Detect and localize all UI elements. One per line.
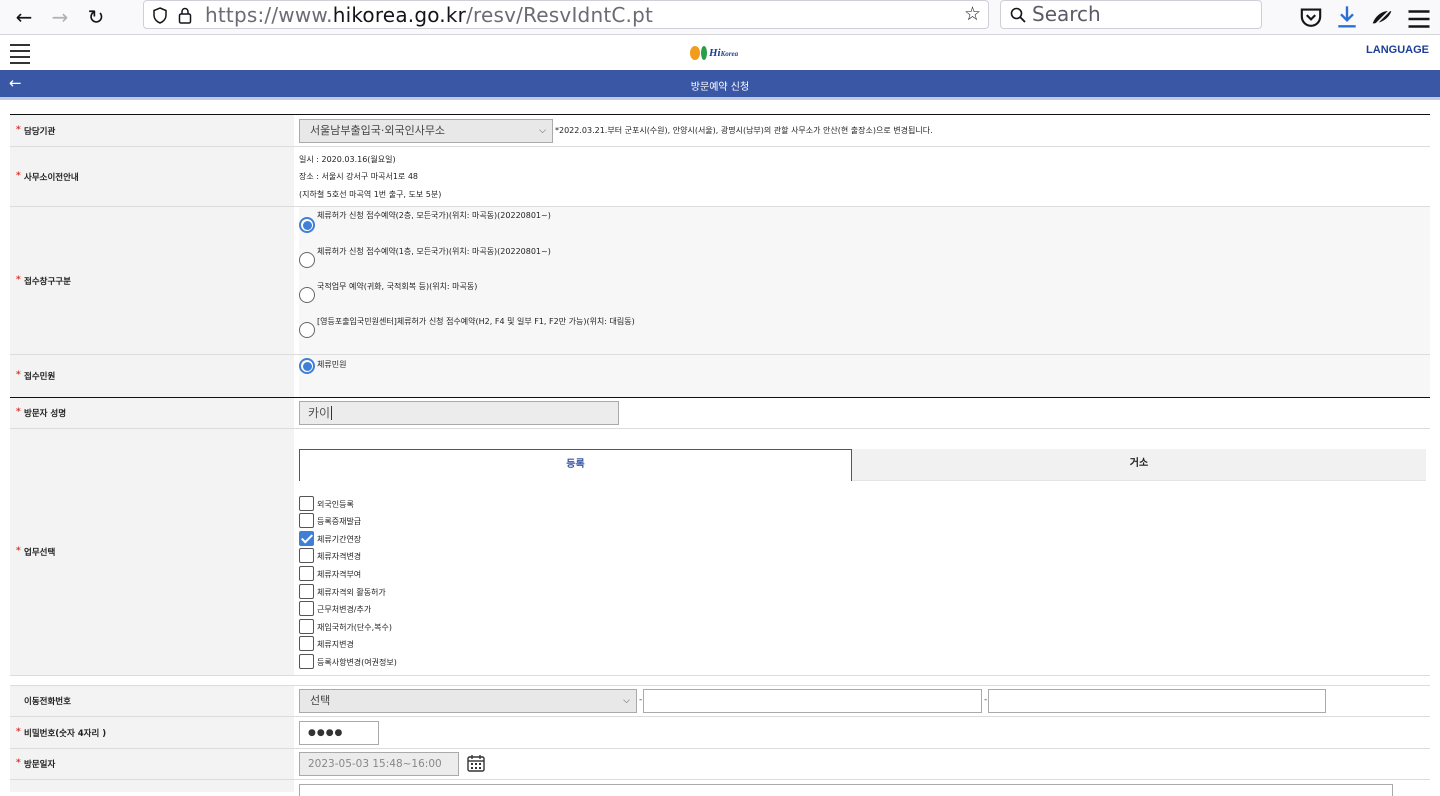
row-relocation: * 사무소이전안내 일시 : 2020.03.16(월요일) 장소 : 서울시 강… — [10, 147, 1430, 207]
page-title: 방문예약 신청 — [690, 82, 750, 93]
label-window-type: * 접수창구구분 — [10, 207, 294, 354]
relocation-directions: (지하철 5호선 마곡역 1번 출구, 도보 5분) — [299, 190, 442, 199]
task-checkbox[interactable] — [299, 619, 314, 634]
download-icon[interactable] — [1335, 5, 1359, 29]
forward-button[interactable]: → — [45, 2, 75, 32]
window-type-radio[interactable] — [299, 217, 315, 233]
lock-icon[interactable] — [178, 7, 192, 24]
language-button[interactable]: LANGUAGE — [1366, 44, 1429, 56]
logo-mark — [690, 46, 700, 60]
label-relocation: * 사무소이전안내 — [10, 147, 294, 206]
reload-button[interactable]: ↻ — [81, 2, 111, 32]
row-phone: 이동전화번호 선택 ⌵ - - — [10, 685, 1430, 717]
task-checkbox[interactable] — [299, 584, 314, 599]
agency-select[interactable]: 서울남부출입국·외국인사무소 ⌵ — [299, 119, 553, 143]
window-type-radio[interactable] — [299, 287, 315, 303]
phone-dash: - — [984, 695, 988, 705]
chevron-down-icon: ⌵ — [539, 126, 546, 136]
pocket-icon[interactable] — [1299, 6, 1323, 30]
agency-note: *2022.03.21.부터 군포시(수원), 안양시(서울), 광명시(남부)… — [555, 126, 933, 135]
window-type-option-label[interactable]: 체류허가 신청 접수예약(1층, 모든국가)(위치: 마곡동)(20220801… — [317, 246, 551, 257]
arrow-right-icon: → — [51, 5, 69, 29]
row-civil: * 접수민원 체류민원 — [10, 355, 1430, 398]
relocation-date: 일시 : 2020.03.16(월요일) — [299, 155, 396, 164]
task-checkbox[interactable] — [299, 548, 314, 563]
task-label[interactable]: 체류자격변경 — [317, 551, 361, 562]
tab-residence[interactable]: 거소 — [852, 449, 1426, 481]
star-icon[interactable]: ☆ — [964, 3, 981, 25]
calendar-icon[interactable] — [467, 754, 485, 772]
site-header: HiKorea LANGUAGE — [0, 35, 1440, 70]
task-checkbox[interactable] — [299, 636, 314, 651]
label-phone: 이동전화번호 — [10, 686, 294, 716]
search-placeholder: Search — [1032, 2, 1101, 26]
task-checkbox[interactable] — [299, 513, 314, 528]
logo-text: HiKorea — [709, 47, 739, 59]
shield-icon[interactable] — [152, 7, 168, 24]
window-type-radio[interactable] — [299, 322, 315, 338]
tab-registration[interactable]: 등록 — [299, 449, 852, 481]
window-type-option-label[interactable]: 국적업무 예약(귀화, 국적회복 등)(위치: 마곡동) — [317, 281, 477, 292]
row-task: * 업무선택 등록 거소 외국인등록 등록증재발급 체류기간연장 체류자격변경 체… — [10, 429, 1430, 676]
phone-last-input[interactable] — [988, 689, 1326, 713]
row-visitor-name: * 방문자 성명 카이 — [10, 398, 1430, 429]
task-label[interactable]: 등록사항변경(여권정보) — [317, 657, 397, 668]
window-type-radio[interactable] — [299, 252, 315, 268]
window-type-option-label[interactable]: 체류허가 신청 접수예약(2층, 모든국가)(위치: 마곡동)(20220801… — [317, 210, 551, 221]
label-task: * 업무선택 — [10, 429, 294, 675]
task-label[interactable]: 근무처변경/추가 — [317, 604, 371, 615]
task-label[interactable]: 체류자격부여 — [317, 569, 361, 580]
password-input[interactable]: ●●●● — [299, 721, 379, 745]
browser-toolbar: ← → ↻ https://www.hikorea.go.kr/resv/Res… — [0, 0, 1440, 35]
task-checkbox[interactable] — [299, 566, 314, 581]
task-label[interactable]: 체류기간연장 — [317, 534, 361, 545]
label-visitor-name: * 방문자 성명 — [10, 398, 294, 428]
label-civil: * 접수민원 — [10, 355, 294, 397]
address-bar[interactable]: https://www.hikorea.go.kr/resv/ResvIdntC… — [143, 0, 989, 29]
task-checkbox[interactable] — [299, 531, 314, 546]
label-visit-date: * 방문일자 — [10, 749, 294, 779]
label-agency: * 담당기관 — [10, 115, 294, 146]
relocation-place: 장소 : 서울시 강서구 마곡서1로 48 — [299, 172, 418, 181]
phone-dash: - — [639, 695, 643, 705]
visitor-name-input[interactable]: 카이 — [299, 401, 619, 425]
hikorea-logo[interactable]: HiKorea — [690, 44, 738, 62]
hamburger-menu-icon[interactable] — [10, 44, 30, 64]
task-label[interactable]: 체류지변경 — [317, 639, 354, 650]
label-next-partial — [10, 780, 294, 792]
extension-icon[interactable] — [1370, 6, 1394, 30]
civil-option-label[interactable]: 체류민원 — [317, 359, 346, 370]
row-next-partial — [10, 780, 1430, 796]
next-input-partial[interactable] — [299, 784, 1393, 796]
row-agency: * 담당기관 서울남부출입국·외국인사무소 ⌵ *2022.03.21.부터 군포시… — [10, 115, 1430, 147]
task-label[interactable]: 재입국허가(단수,복수) — [317, 622, 392, 633]
back-button[interactable]: ← — [9, 2, 39, 32]
task-label[interactable]: 체류자격외 활동허가 — [317, 587, 386, 598]
task-label[interactable]: 외국인등록 — [317, 499, 354, 510]
visit-date-input[interactable]: 2023-05-03 15:48~16:00 — [299, 752, 459, 776]
search-field[interactable]: Search — [1000, 0, 1262, 29]
search-icon — [1010, 7, 1026, 23]
chevron-down-icon: ⌵ — [623, 696, 630, 706]
civil-radio[interactable] — [299, 358, 315, 374]
menu-icon[interactable] — [1407, 7, 1431, 31]
reload-icon: ↻ — [87, 5, 105, 29]
task-checkbox[interactable] — [299, 654, 314, 669]
phone-prefix-select[interactable]: 선택 ⌵ — [299, 689, 637, 713]
phone-middle-input[interactable] — [643, 689, 982, 713]
row-window-type: * 접수창구구분 체류허가 신청 접수예약(2층, 모든국가)(위치: 마곡동)(… — [10, 207, 1430, 355]
task-checkbox[interactable] — [299, 601, 314, 616]
task-label[interactable]: 등록증재발급 — [317, 516, 361, 527]
row-password: * 비밀번호(숫자 4자리 ) ●●●● — [10, 717, 1430, 749]
arrow-left-icon: ← — [15, 5, 33, 29]
window-type-option-label[interactable]: [영등포출입국민원센터]체류허가 신청 접수예약(H2, F4 및 일부 F1,… — [317, 316, 635, 327]
label-password: * 비밀번호(숫자 4자리 ) — [10, 717, 294, 748]
logo-mark — [701, 46, 707, 60]
task-checkbox[interactable] — [299, 496, 314, 511]
row-visit-date: * 방문일자 2023-05-03 15:48~16:00 — [10, 749, 1430, 780]
page-title-bar: ← 방문예약 신청 — [0, 70, 1440, 100]
url-text[interactable]: https://www.hikorea.go.kr/resv/ResvIdntC… — [205, 3, 653, 27]
